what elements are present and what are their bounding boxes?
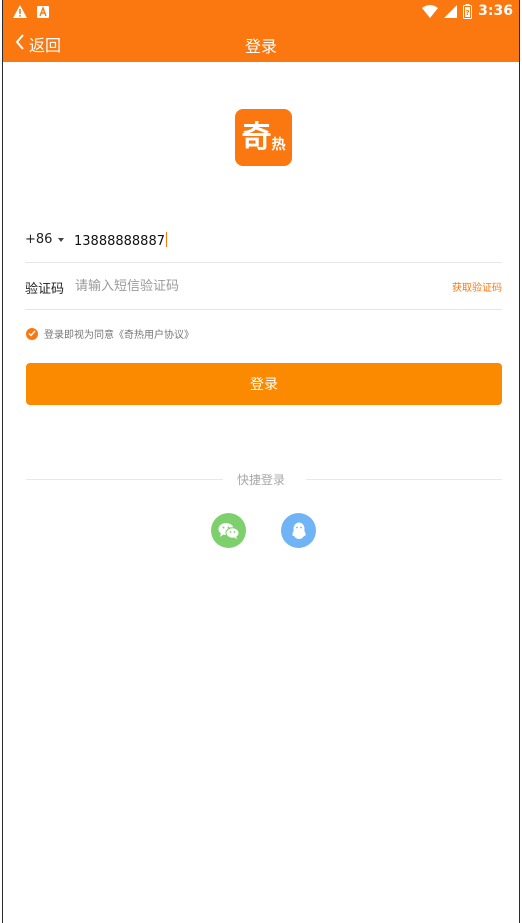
code-row: 验证码 获取验证码: [25, 263, 502, 310]
page-title: 登录: [244, 37, 277, 56]
logo-char-small: 热: [271, 136, 286, 153]
caret-down-icon: [58, 237, 65, 242]
warning-icon: [13, 5, 27, 18]
a-icon: [37, 5, 49, 18]
agreement-checkbox[interactable]: [26, 327, 38, 340]
status-right-icons: ? 3:36: [422, 3, 513, 19]
status-time: 3:36: [478, 3, 513, 19]
app-screen: ? 3:36 返回 登录 奇 热 +86 13888888887 验证码 获取: [2, 0, 520, 923]
svg-text:?: ?: [466, 9, 470, 17]
check-icon: [28, 330, 36, 337]
get-code-button[interactable]: 获取验证码: [452, 279, 502, 294]
battery-icon: ?: [463, 3, 473, 19]
login-button[interactable]: 登录: [26, 363, 502, 405]
country-code: +86: [25, 232, 53, 247]
wechat-login-button[interactable]: [211, 513, 246, 548]
phone-value: 13888888887: [74, 234, 165, 249]
text-cursor: [165, 232, 167, 247]
app-logo: 奇 热: [235, 109, 292, 166]
title-bar: 返回 登录: [3, 26, 519, 62]
country-code-selector[interactable]: +86: [25, 232, 65, 247]
agreement-text[interactable]: 登录即视为同意《奇热用户协议》: [44, 326, 194, 341]
qq-login-button[interactable]: [281, 513, 316, 548]
phone-row: +86 13888888887: [25, 224, 502, 263]
code-label: 验证码: [25, 282, 65, 297]
cellular-icon: [444, 4, 458, 18]
quick-login-label: 快捷登录: [236, 473, 285, 487]
qq-icon: [291, 522, 306, 539]
agreement-row: 登录即视为同意《奇热用户协议》: [26, 326, 194, 341]
status-bar: ? 3:36: [3, 0, 519, 26]
logo-char-big: 奇: [241, 119, 272, 155]
phone-input[interactable]: 13888888887: [74, 232, 167, 249]
wifi-icon: [422, 4, 439, 18]
sms-code-input[interactable]: [75, 275, 375, 297]
wechat-icon: [218, 522, 239, 539]
status-left-icons: [13, 5, 49, 18]
